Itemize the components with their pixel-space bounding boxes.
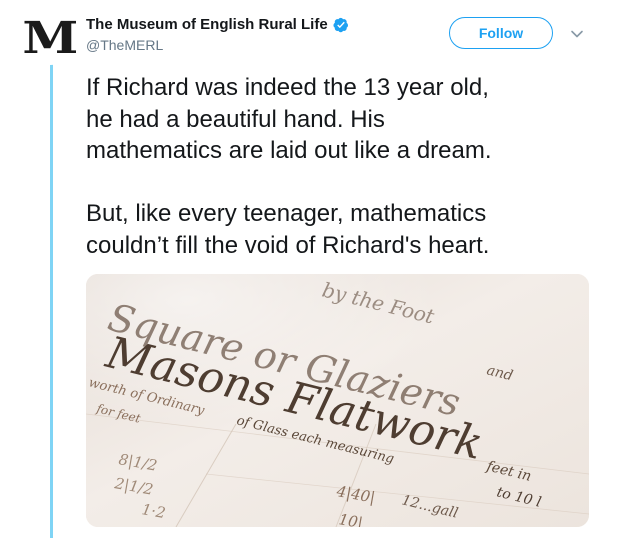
handle[interactable]: @TheMERL — [86, 37, 349, 53]
ledger-fraction-6: 10| — [337, 510, 364, 527]
verified-badge-icon — [333, 17, 348, 32]
thread-line — [50, 60, 53, 538]
handwritten-ledger-image: Square or Glaziers by the Foot Masons Fl… — [86, 274, 589, 527]
avatar[interactable]: M — [21, 13, 79, 65]
tweet-text: If Richard was indeed the 13 year old, h… — [86, 74, 492, 259]
follow-button[interactable]: Follow — [449, 17, 553, 49]
tweet-header: The Museum of English Rural Life @TheMER… — [86, 16, 349, 53]
chevron-down-icon[interactable] — [570, 27, 584, 41]
tweet-media-photo[interactable]: Square or Glaziers by the Foot Masons Fl… — [86, 274, 589, 527]
avatar-logo: M — [21, 13, 79, 64]
display-name[interactable]: The Museum of English Rural Life — [86, 16, 328, 33]
